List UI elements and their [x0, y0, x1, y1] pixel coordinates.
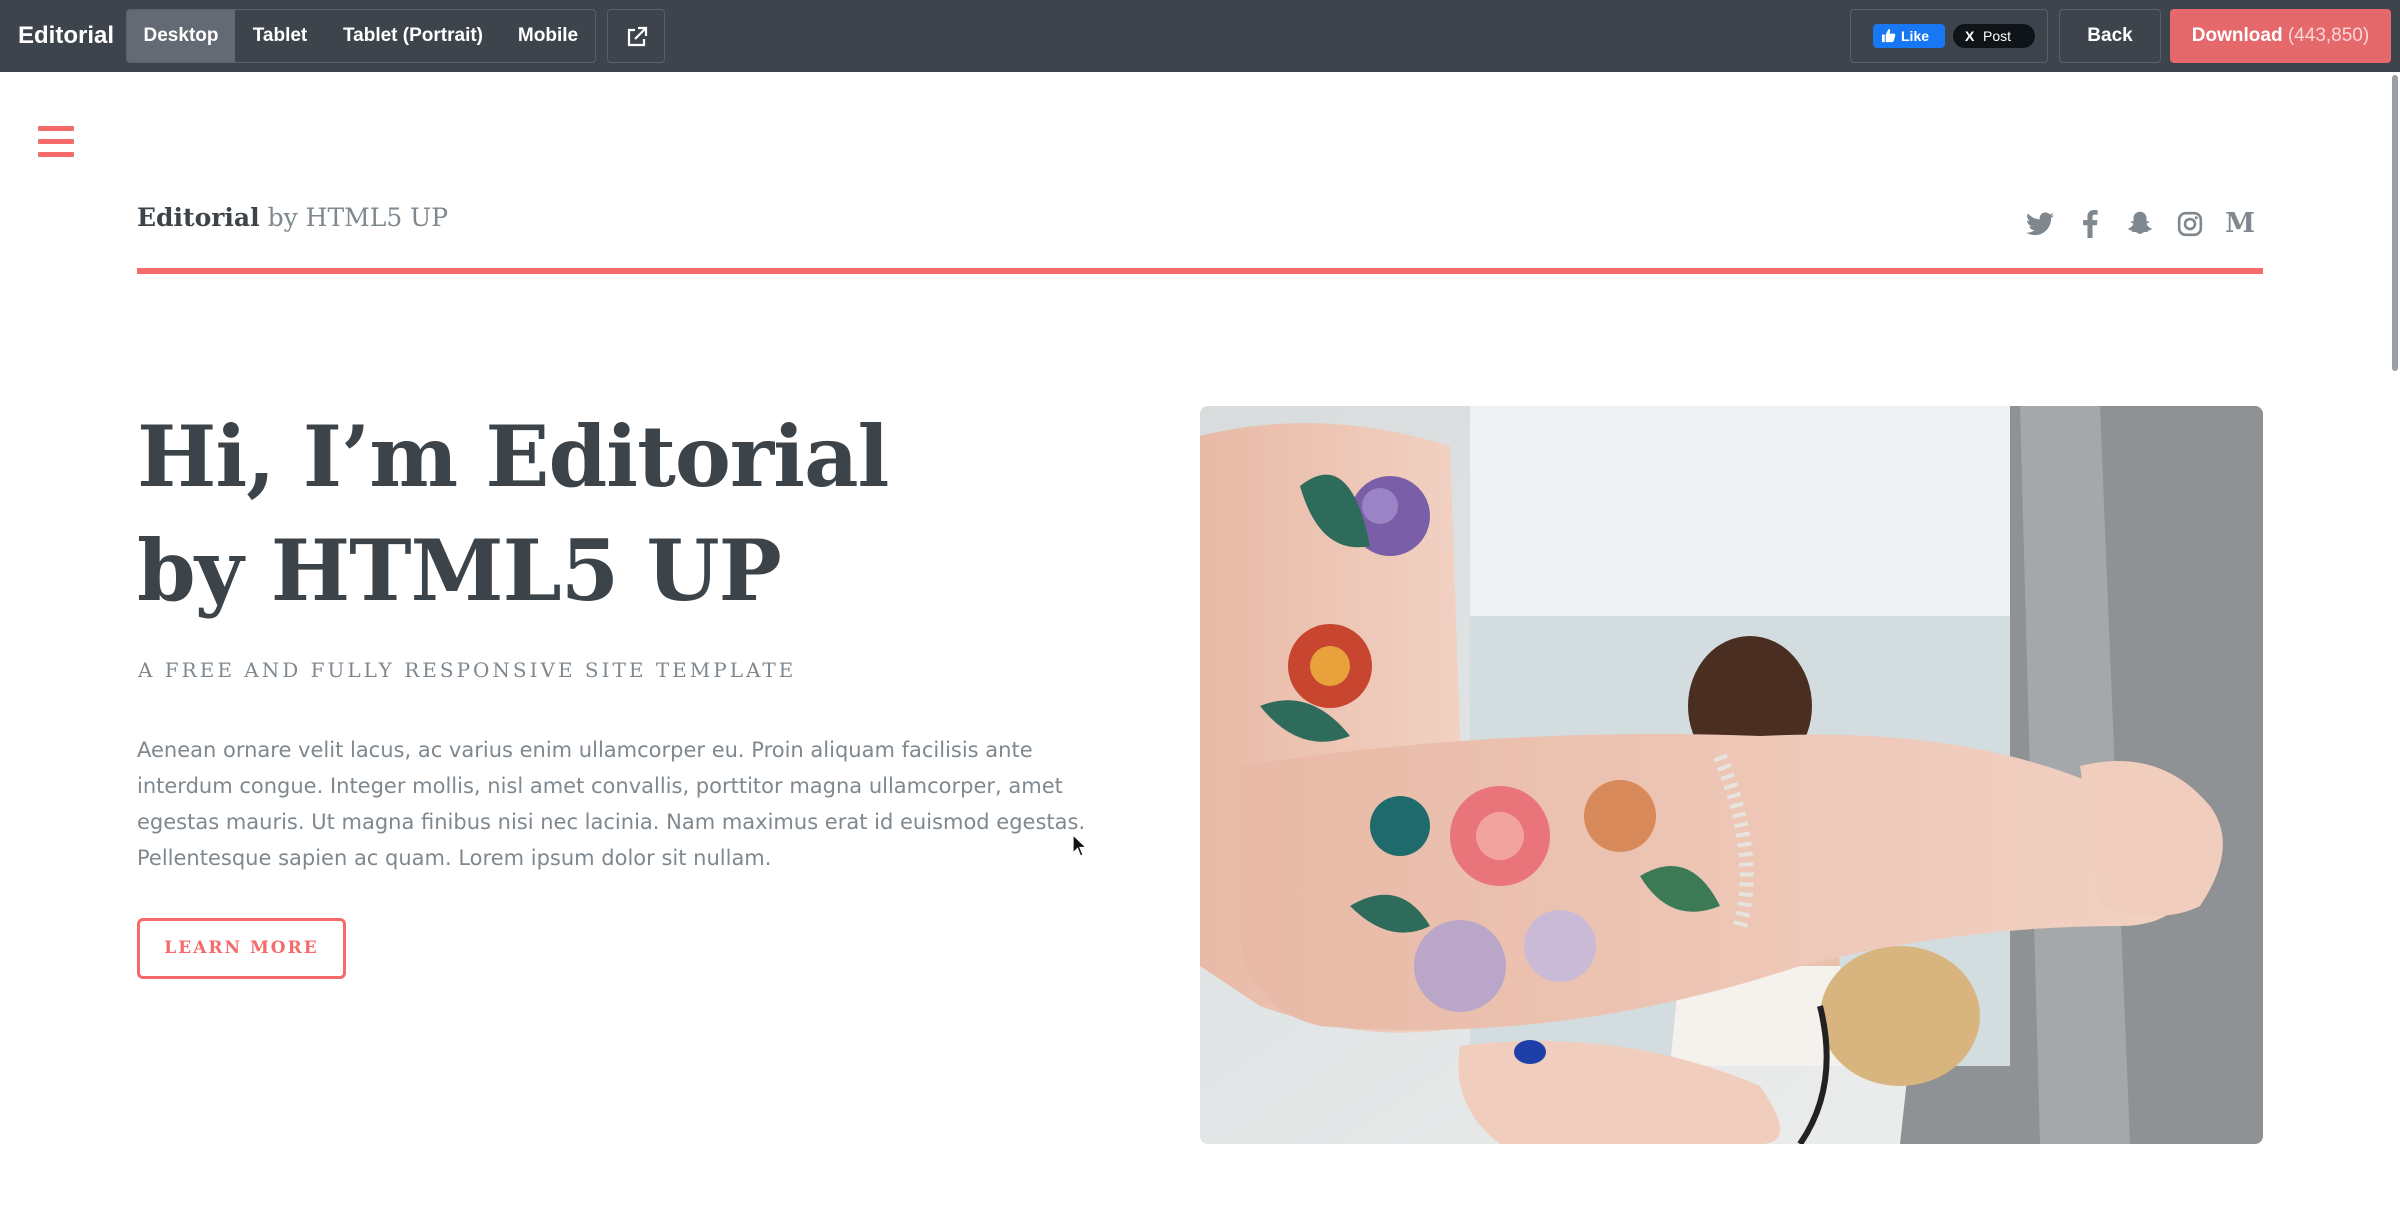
facebook-icon[interactable]: [2076, 210, 2104, 238]
download-button[interactable]: Download (443,850): [2170, 9, 2391, 63]
open-in-new-window-button[interactable]: [607, 9, 665, 63]
hero-image: [1200, 406, 2263, 1144]
download-count: (443,850): [2287, 25, 2370, 46]
facebook-like-label: Like: [1901, 28, 1930, 44]
hero-subtitle: A FREE AND FULLY RESPONSIVE SITE TEMPLAT…: [138, 658, 797, 682]
viewport-tablet-portrait-button[interactable]: Tablet (Portrait): [325, 10, 501, 62]
site-logo-credit: by HTML5 UP: [267, 203, 449, 232]
x-logo-icon: X: [1965, 28, 1975, 44]
back-button[interactable]: Back: [2059, 9, 2161, 63]
download-label: Download: [2191, 25, 2283, 46]
share-buttons: Like X Post: [1850, 9, 2048, 63]
facebook-like-button[interactable]: Like: [1873, 24, 1945, 48]
viewport-switcher: Desktop Tablet Tablet (Portrait) Mobile: [126, 9, 596, 63]
hero-title-line-2: by HTML5 UP: [137, 521, 782, 620]
hero-paragraph: Aenean ornare velit lacus, ac varius eni…: [137, 738, 1086, 870]
hero-title-line-1: Hi, I’m Editorial: [137, 407, 889, 506]
medium-icon[interactable]: M: [2225, 210, 2255, 238]
header-divider: [137, 268, 2263, 274]
x-post-button[interactable]: X Post: [1953, 24, 2035, 48]
mouse-cursor-icon: [1072, 834, 1088, 857]
template-name: Editorial: [18, 22, 115, 49]
social-icons: M: [2026, 206, 2255, 242]
viewport-desktop-button[interactable]: Desktop: [127, 10, 235, 62]
snapchat-icon[interactable]: [2126, 210, 2154, 238]
hero-title: Hi, I’m Editorial by HTML5 UP: [137, 400, 1137, 628]
menu-toggle-icon[interactable]: [38, 126, 76, 160]
viewport-mobile-button[interactable]: Mobile: [501, 10, 595, 62]
twitter-icon[interactable]: [2026, 210, 2054, 238]
instagram-icon[interactable]: [2176, 210, 2204, 238]
site-logo[interactable]: Editorial by HTML5 UP: [137, 203, 448, 232]
x-post-label: Post: [1983, 28, 2012, 44]
learn-more-button[interactable]: LEARN MORE: [137, 918, 346, 979]
scrollbar-thumb[interactable]: [2392, 75, 2398, 371]
preview-toolbar: Editorial Desktop Tablet Tablet (Portrai…: [0, 0, 2400, 72]
external-link-icon: [627, 26, 648, 47]
site-logo-name: Editorial: [137, 203, 260, 232]
viewport-tablet-button[interactable]: Tablet: [235, 10, 325, 62]
thumbs-up-icon: [1881, 28, 1896, 43]
